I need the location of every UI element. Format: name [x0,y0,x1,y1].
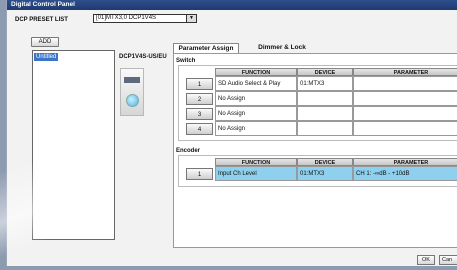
preset-list[interactable]: Untitled [32,50,115,240]
encoder-group-title: Encoder [176,148,201,154]
encoder-header-parameter: PARAMETER [353,158,457,166]
switch-4-function[interactable]: No Assign [215,121,297,136]
device-image[interactable] [120,68,144,116]
tab-parameter-assign[interactable]: Parameter Assign [173,43,239,53]
switch-1-function[interactable]: SD Audio Select & Play [215,76,297,91]
device-screen [124,77,140,83]
list-item[interactable]: Untitled [34,53,59,61]
switch-3-device[interactable] [297,106,353,121]
switch-1-device[interactable]: 01:MTX3 [297,76,353,91]
encoder-1-button[interactable]: 1 [186,168,213,180]
switch-header-device: DEVICE [297,68,353,76]
device-model-label: DCP1V4S-US/EU [119,54,167,60]
switch-1-button[interactable]: 1 [186,78,213,90]
switch-header-parameter: PARAMETER [353,68,457,76]
dcp-window: Digital Control Panel DCP PRESET LIST [0… [6,0,457,266]
switch-1-parameter[interactable] [353,76,457,91]
switch-3-parameter[interactable] [353,106,457,121]
switch-header-function: FUNCTION [215,68,297,76]
encoder-header-device: DEVICE [297,158,353,166]
chevron-down-icon[interactable]: ▼ [186,15,196,22]
switch-4-parameter[interactable] [353,121,457,136]
switch-2-device[interactable] [297,91,353,106]
switch-4-device[interactable] [297,121,353,136]
parameter-assign-panel: Switch FUNCTION DEVICE PARAMETER 1 SD Au… [173,53,457,248]
switch-group-title: Switch [176,58,196,64]
encoder-group: FUNCTION DEVICE PARAMETER 1 Input Ch Lev… [178,155,457,187]
switch-4-button[interactable]: 4 [186,123,213,135]
ok-button[interactable]: OK [417,255,435,265]
switch-2-function[interactable]: No Assign [215,91,297,106]
cancel-button[interactable]: Can [439,255,457,265]
encoder-1-device[interactable]: 01:MTX3 [297,166,353,181]
switch-group: FUNCTION DEVICE PARAMETER 1 SD Audio Sel… [178,65,457,141]
add-button[interactable]: ADD [31,37,59,47]
window-title: Digital Control Panel [7,0,457,10]
encoder-1-function[interactable]: Input Ch Level [215,166,297,181]
switch-3-function[interactable]: No Assign [215,106,297,121]
encoder-1-parameter[interactable]: CH 1: -∞dB - +10dB [353,166,457,181]
switch-2-parameter[interactable] [353,91,457,106]
preset-list-label: DCP PRESET LIST [15,17,68,23]
encoder-header-function: FUNCTION [215,158,297,166]
device-knob [126,94,139,107]
preset-select-value: [01]MTX3,0 DCP1V4S [96,15,157,21]
preset-select[interactable]: [01]MTX3,0 DCP1V4S ▼ [93,14,197,23]
switch-2-button[interactable]: 2 [186,93,213,105]
switch-3-button[interactable]: 3 [186,108,213,120]
